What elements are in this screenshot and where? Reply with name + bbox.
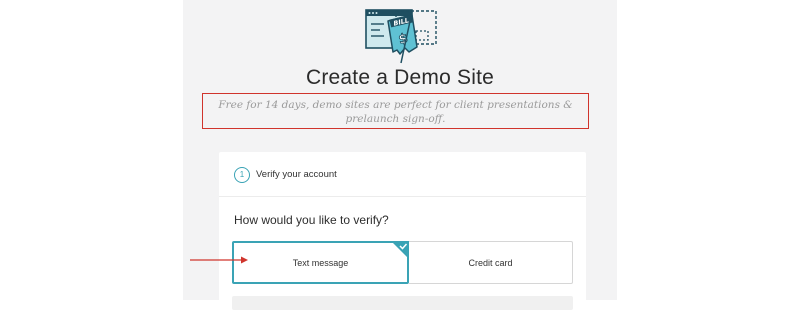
next-section-strip xyxy=(232,296,573,310)
step-label: Verify your account xyxy=(256,169,337,180)
verify-card: 1 Verify your account How would you like… xyxy=(219,152,586,312)
step-header: 1 Verify your account xyxy=(219,152,586,197)
text-message-option[interactable]: Text message xyxy=(232,241,409,284)
checkmark-icon xyxy=(391,241,409,259)
credit-card-option[interactable]: Credit card xyxy=(409,241,573,284)
step-number-badge: 1 xyxy=(234,167,250,183)
page-title: Create a Demo Site xyxy=(305,66,495,89)
verify-question: How would you like to verify? xyxy=(234,213,389,227)
text-message-label: Text message xyxy=(292,257,349,268)
page-subtitle: Free for 14 days, demo sites are perfect… xyxy=(218,99,573,125)
arrow-right-icon xyxy=(190,256,248,264)
subtitle-highlight-box: Free for 14 days, demo sites are perfect… xyxy=(202,93,589,129)
credit-card-label: Credit card xyxy=(468,257,513,268)
bill-browser-icon: BILL $ xyxy=(365,9,437,64)
